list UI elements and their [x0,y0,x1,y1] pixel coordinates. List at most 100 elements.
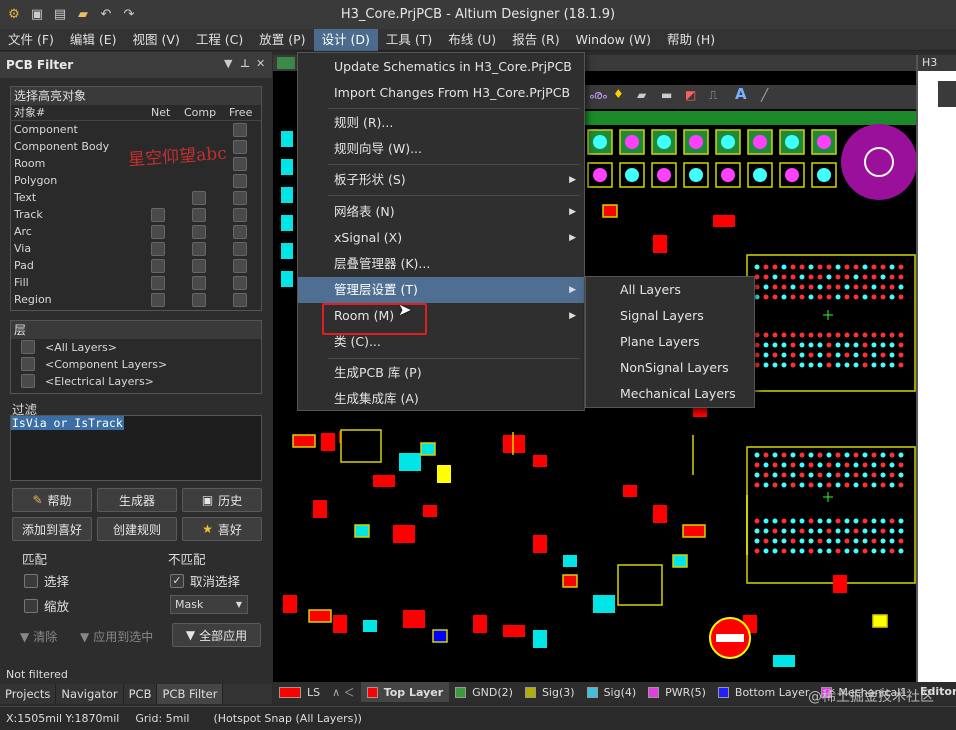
free-checkbox[interactable] [233,293,247,307]
free-checkbox[interactable] [233,208,247,222]
tab-pcb-filter[interactable]: PCB Filter [157,684,224,704]
free-checkbox[interactable] [233,259,247,273]
free-checkbox[interactable] [233,191,247,205]
bga-ball [763,482,769,488]
connector-pin [625,168,639,182]
menu-item-import-changes[interactable]: Import Changes From H3_Core.PrjPCB [298,80,584,106]
net-checkbox[interactable] [151,208,165,222]
layer-set-tab[interactable]: LS [273,682,326,702]
bga-ball [772,528,778,534]
net-checkbox[interactable] [151,276,165,290]
comp-checkbox[interactable] [192,242,206,256]
bga-ball [898,518,904,524]
smd-component [403,610,425,628]
apply-all-button[interactable]: ▼ 全部应用 [172,623,261,647]
history-button[interactable]: ▣ 历史 [182,488,262,512]
bga-ball [790,284,796,290]
layer-item[interactable]: <Electrical Layers> [11,373,261,390]
bga-ball [781,332,787,338]
menu-item-make-pcb-library[interactable]: 生成PCB 库 (P) [298,360,584,386]
menu-reports[interactable]: 报告 (R) [504,29,567,51]
mask-select[interactable]: Mask ▼ [170,595,248,614]
menu-window[interactable]: Window (W) [568,29,659,51]
menu-item-netlist[interactable]: 网络表 (N) ▶ [298,199,584,225]
tab-pcb[interactable]: PCB [124,684,158,704]
layer-item[interactable]: <All Layers> [11,339,261,356]
menu-file[interactable]: 文件 (F) [0,29,62,51]
menu-project[interactable]: 工程 (C) [188,29,251,51]
panel-menu-icon[interactable]: ▼ [224,57,232,70]
layer-tab-pwr[interactable]: PWR(5) [642,682,712,702]
free-checkbox[interactable] [233,140,247,154]
free-checkbox[interactable] [233,225,247,239]
bga-ball [871,452,877,458]
comp-checkbox[interactable] [192,276,206,290]
submenu-mechanical-layers[interactable]: Mechanical Layers [586,381,754,407]
layer-scroll-arrows[interactable]: ∧ ＜ [326,682,361,702]
add-to-favorites-button[interactable]: 添加到喜好 [12,517,92,541]
layer-tab-sig4[interactable]: Sig(4) [581,682,643,702]
free-checkbox[interactable] [233,242,247,256]
menu-help[interactable]: 帮助 (H) [659,29,723,51]
favorites-button[interactable]: ★ 喜好 [182,517,262,541]
free-checkbox[interactable] [233,157,247,171]
menu-item-rule-wizard[interactable]: 规则向导 (W)... [298,136,584,162]
net-checkbox[interactable] [151,225,165,239]
submenu-nonsignal-layers[interactable]: NonSignal Layers [586,355,754,381]
bga-ball [808,362,814,368]
menu-place[interactable]: 放置 (P) [251,29,313,51]
pin-icon[interactable]: ⊥ [240,57,250,70]
menu-item-make-integrated-library[interactable]: 生成集成库 (A) [298,386,584,412]
help-button[interactable]: ✎ 帮助 [12,488,92,512]
net-checkbox[interactable] [151,242,165,256]
bga-ball [835,538,841,544]
menu-route[interactable]: 布线 (U) [440,29,504,51]
smd-component [533,455,547,467]
comp-checkbox[interactable] [192,208,206,222]
menu-item-xsignal[interactable]: xSignal (X) ▶ [298,225,584,251]
free-checkbox[interactable] [233,276,247,290]
tab-projects[interactable]: Projects [0,684,57,704]
submenu-all-layers[interactable]: All Layers [586,277,754,303]
create-rule-button[interactable]: 创建规则 [97,517,177,541]
bga-ball [880,482,886,488]
comp-checkbox[interactable] [192,293,206,307]
bga-ball [754,362,760,368]
list-item: Track [11,206,261,223]
free-checkbox[interactable] [233,174,247,188]
layer-tab-top[interactable]: Top Layer [360,682,450,702]
apply-to-selected-button[interactable]: ▼ 应用到选中 [80,628,153,645]
menu-tools[interactable]: 工具 (T) [378,29,440,51]
filter-query-field[interactable]: IsVia or IsTrack [10,415,262,481]
layer-tab-bottom[interactable]: Bottom Layer [712,682,816,702]
zoom-checkbox[interactable]: 缩放 [24,596,69,615]
menu-view[interactable]: 视图 (V) [125,29,188,51]
builder-button[interactable]: 生成器 [97,488,177,512]
deselect-checkbox[interactable]: ✓ 取消选择 [170,571,240,590]
menu-item-layer-stack-manager[interactable]: 层叠管理器 (K)... [298,251,584,277]
menu-design[interactable]: 设计 (D) [313,28,378,51]
menu-item-manage-layer-sets[interactable]: 管理层设置 (T) ▶ [298,277,584,303]
net-checkbox[interactable] [151,259,165,273]
layer-tab-sig3[interactable]: Sig(3) [519,682,581,702]
highlight-objects-group: 选择高亮对象 对象# Net Comp Free Component Compo… [10,86,262,311]
close-icon[interactable]: ✕ [256,57,265,70]
tab-navigator[interactable]: Navigator [56,684,124,704]
comp-checkbox[interactable] [192,191,206,205]
submenu-signal-layers[interactable]: Signal Layers [586,303,754,329]
bga-ball [871,332,877,338]
layer-tab-gnd[interactable]: GND(2) [449,682,519,702]
select-checkbox[interactable]: 选择 [24,571,69,590]
schematic-tab[interactable]: H3 [918,55,956,71]
comp-checkbox[interactable] [192,225,206,239]
menu-item-update-schematics[interactable]: Update Schematics in H3_Core.PrjPCB [298,54,584,80]
comp-checkbox[interactable] [192,259,206,273]
clear-button[interactable]: ▼ 清除 [20,628,57,645]
net-checkbox[interactable] [151,293,165,307]
layer-item[interactable]: <Component Layers> [11,356,261,373]
free-checkbox[interactable] [233,123,247,137]
menu-item-board-shape[interactable]: 板子形状 (S) ▶ [298,167,584,193]
submenu-plane-layers[interactable]: Plane Layers [586,329,754,355]
menu-item-rules[interactable]: 规则 (R)... [298,110,584,136]
menu-edit[interactable]: 编辑 (E) [62,29,125,51]
